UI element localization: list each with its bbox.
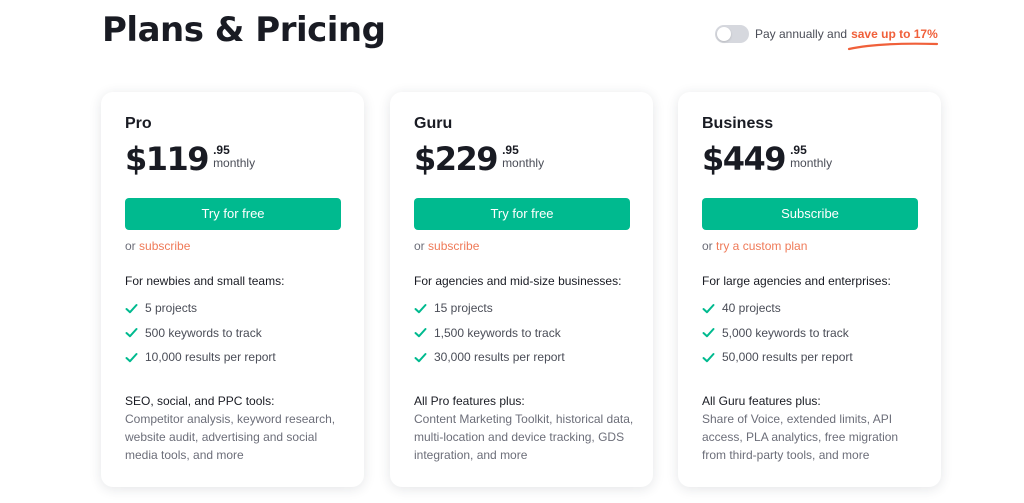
feature-text: 500 keywords to track	[145, 325, 262, 340]
price-details: .95 monthly	[790, 140, 832, 170]
feature-item: 30,000 results per report	[414, 345, 629, 370]
alt-action-link[interactable]: subscribe	[428, 239, 479, 253]
checkmark-icon	[702, 303, 715, 313]
alt-action-row: or subscribe	[125, 239, 340, 253]
checkmark-icon	[414, 303, 427, 313]
extras-description: Content Marketing Toolkit, historical da…	[414, 412, 634, 462]
plan-extras: SEO, social, and PPC tools: Competitor a…	[125, 392, 346, 464]
extras-title: All Guru features plus:	[702, 394, 821, 408]
annual-billing-toggle[interactable]	[715, 25, 749, 43]
feature-text: 5 projects	[145, 301, 198, 316]
plan-extras: All Pro features plus: Content Marketing…	[414, 392, 635, 464]
price-amount: $119	[125, 140, 210, 178]
plan-cta-button[interactable]: Subscribe	[702, 198, 918, 230]
feature-item: 40 projects	[702, 296, 917, 321]
alt-prefix: or	[414, 239, 425, 253]
price-cents: .95	[790, 143, 807, 157]
checkmark-icon	[702, 352, 715, 362]
toggle-knob	[717, 27, 731, 41]
feature-item: 1,500 keywords to track	[414, 321, 629, 346]
checkmark-icon	[125, 303, 138, 313]
feature-text: 30,000 results per report	[434, 350, 565, 365]
plan-extras: All Guru features plus: Share of Voice, …	[702, 392, 923, 464]
price-cents: .95	[502, 143, 519, 157]
alt-prefix: or	[702, 239, 713, 253]
feature-item: 15 projects	[414, 296, 629, 321]
price-period: monthly	[790, 156, 833, 170]
alt-action-row: or subscribe	[414, 239, 629, 253]
price-cents: .95	[213, 143, 230, 157]
feature-list: 40 projects 5,000 keywords to track 50,0…	[702, 296, 917, 370]
extras-title: All Pro features plus:	[414, 394, 525, 408]
extras-description: Competitor analysis, keyword research, w…	[125, 412, 336, 462]
price: $119 .95 monthly	[125, 140, 340, 180]
alt-action-link[interactable]: subscribe	[139, 239, 190, 253]
feature-item: 5,000 keywords to track	[702, 321, 917, 346]
brush-underline-icon	[847, 42, 939, 51]
plan-card-business: Business $449 .95 monthly Subscribe or t…	[678, 92, 941, 487]
feature-item: 50,000 results per report	[702, 345, 917, 370]
alt-prefix: or	[125, 239, 136, 253]
alt-action-link[interactable]: try a custom plan	[716, 239, 807, 253]
price-period: monthly	[502, 156, 545, 170]
feature-list: 5 projects 500 keywords to track 10,000 …	[125, 296, 340, 370]
price: $229 .95 monthly	[414, 140, 629, 180]
checkmark-icon	[414, 328, 427, 338]
annual-billing-label: Pay annually and	[755, 27, 848, 41]
alt-action-row: or try a custom plan	[702, 239, 917, 253]
feature-text: 40 projects	[722, 301, 781, 316]
checkmark-icon	[702, 328, 715, 338]
price-details: .95 monthly	[502, 140, 544, 170]
plan-name: Business	[702, 115, 774, 132]
price-amount: $229	[414, 140, 499, 178]
plan-cta-button[interactable]: Try for free	[125, 198, 341, 230]
feature-text: 10,000 results per report	[145, 350, 276, 365]
feature-text: 15 projects	[434, 301, 493, 316]
feature-list: 15 projects 1,500 keywords to track 30,0…	[414, 296, 629, 370]
price-amount: $449	[702, 140, 787, 178]
price-period: monthly	[213, 156, 256, 170]
plan-name: Pro	[125, 115, 152, 132]
feature-text: 50,000 results per report	[722, 350, 853, 365]
price-details: .95 monthly	[213, 140, 255, 170]
plan-audience: For large agencies and enterprises:	[702, 274, 891, 288]
feature-item: 10,000 results per report	[125, 345, 340, 370]
feature-text: 5,000 keywords to track	[722, 325, 849, 340]
extras-title: SEO, social, and PPC tools:	[125, 394, 275, 408]
feature-item: 500 keywords to track	[125, 321, 340, 346]
feature-text: 1,500 keywords to track	[434, 325, 561, 340]
checkmark-icon	[125, 328, 138, 338]
price: $449 .95 monthly	[702, 140, 917, 180]
checkmark-icon	[125, 352, 138, 362]
checkmark-icon	[414, 352, 427, 362]
feature-item: 5 projects	[125, 296, 340, 321]
billing-toggle-row: Pay annually and save up to 17%	[715, 24, 939, 51]
page-title: Plans & Pricing	[102, 10, 386, 50]
savings-text: save up to 17%	[851, 27, 938, 41]
plan-card-pro: Pro $119 .95 monthly Try for free or sub…	[101, 92, 364, 487]
savings-highlight: save up to 17%	[847, 27, 939, 51]
plan-card-guru: Guru $229 .95 monthly Try for free or su…	[390, 92, 653, 487]
plan-name: Guru	[414, 115, 453, 132]
plan-audience: For newbies and small teams:	[125, 274, 285, 288]
plan-audience: For agencies and mid-size businesses:	[414, 274, 622, 288]
extras-description: Share of Voice, extended limits, API acc…	[702, 412, 899, 462]
plan-cta-button[interactable]: Try for free	[414, 198, 630, 230]
